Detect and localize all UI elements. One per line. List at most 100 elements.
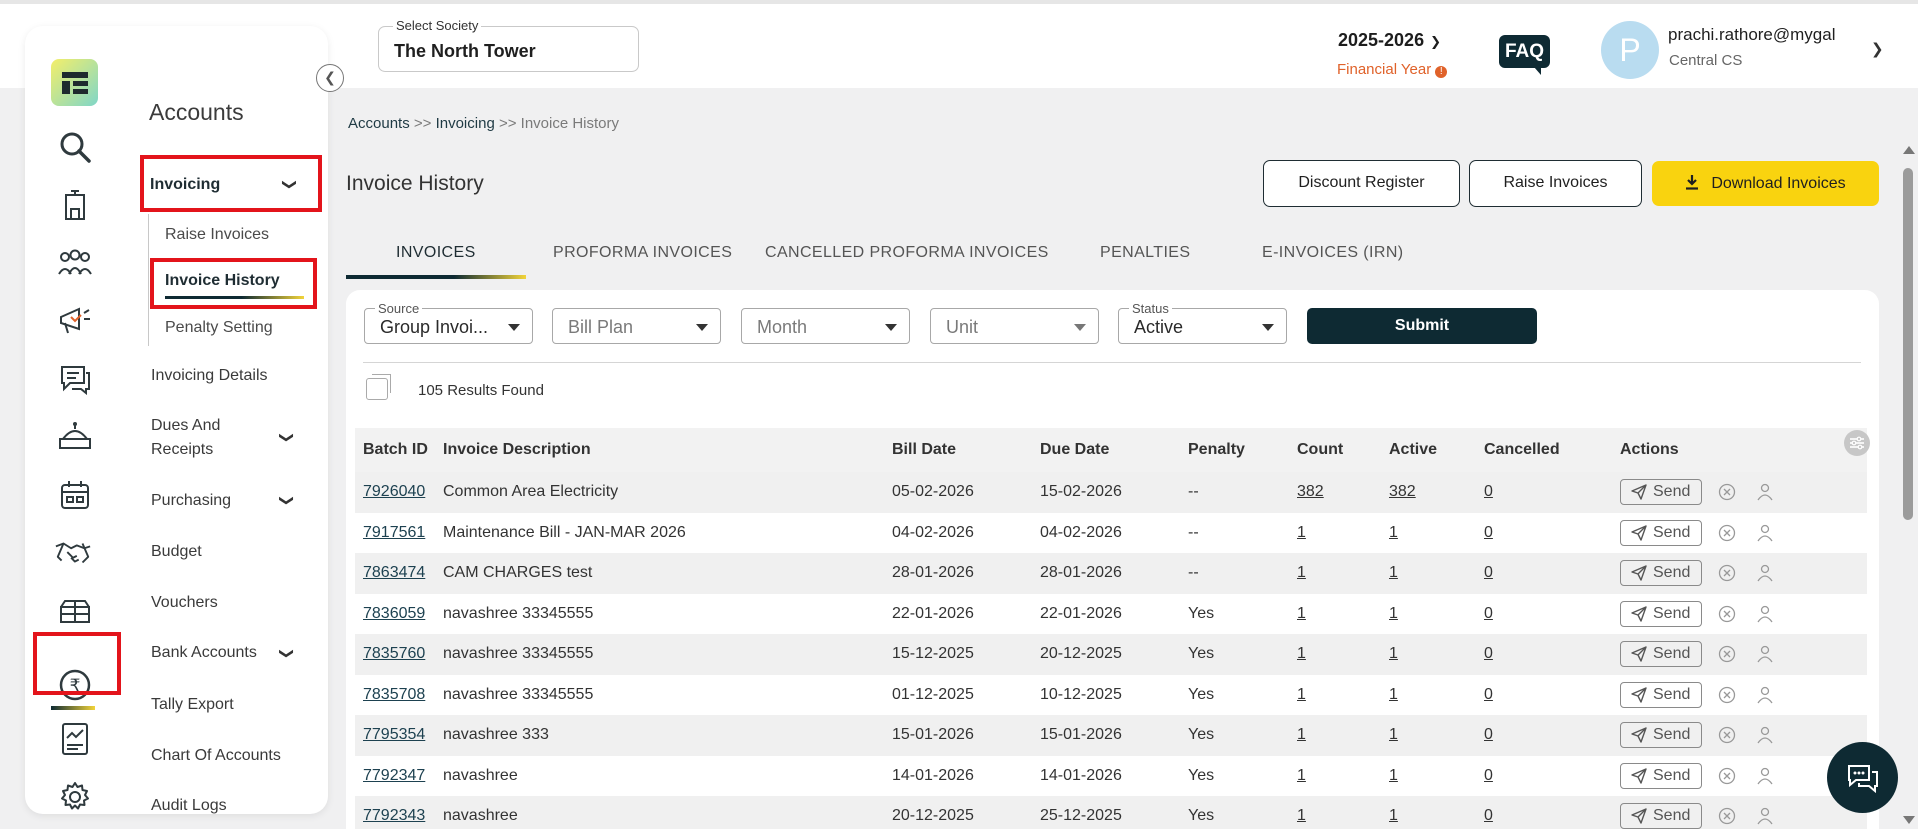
sidebar-item-purchasing[interactable]: Purchasing: [151, 492, 231, 510]
user-icon[interactable]: [1756, 483, 1774, 501]
cancel-icon[interactable]: [1718, 564, 1736, 582]
cancelled-link[interactable]: 0: [1476, 674, 1612, 715]
active-link[interactable]: 1: [1381, 512, 1476, 553]
user-icon[interactable]: [1756, 524, 1774, 542]
chevron-down-icon[interactable]: ❯: [278, 495, 295, 507]
sidebar-item-dues-line1[interactable]: Dues And: [151, 417, 220, 435]
scroll-down-arrow[interactable]: [1903, 816, 1915, 824]
megaphone-icon[interactable]: [56, 302, 94, 340]
send-button[interactable]: Send: [1620, 681, 1702, 708]
cancelled-link[interactable]: 0: [1476, 553, 1612, 594]
send-button[interactable]: Send: [1620, 803, 1702, 829]
reports-icon[interactable]: [56, 720, 94, 758]
batch-id-link[interactable]: 7863474: [355, 553, 435, 594]
cancel-icon[interactable]: [1718, 807, 1736, 825]
sidebar-item-tally-export[interactable]: Tally Export: [151, 696, 234, 714]
send-button[interactable]: Send: [1620, 641, 1702, 668]
cancel-icon[interactable]: [1718, 605, 1736, 623]
column-header-bill-date[interactable]: Bill Date: [884, 428, 1032, 472]
batch-id-link[interactable]: 7926040: [355, 472, 435, 513]
column-header-due-date[interactable]: Due Date: [1032, 428, 1180, 472]
tab-cancelled-proforma-invoices[interactable]: CANCELLED PROFORMA INVOICES: [765, 244, 1049, 262]
send-button[interactable]: Send: [1620, 560, 1702, 587]
status-select[interactable]: Status Active: [1118, 301, 1287, 344]
count-link[interactable]: 1: [1289, 593, 1381, 634]
scroll-up-arrow[interactable]: [1903, 146, 1915, 154]
financial-year-select[interactable]: 2025-2026 ❯: [1338, 30, 1441, 51]
faq-button[interactable]: FAQ: [1499, 35, 1550, 75]
count-link[interactable]: 1: [1289, 796, 1381, 829]
handshake-icon[interactable]: [54, 534, 92, 572]
sidebar-item-audit-logs[interactable]: Audit Logs: [151, 797, 227, 815]
column-header-cancelled[interactable]: Cancelled: [1476, 428, 1612, 472]
breadcrumb-accounts[interactable]: Accounts: [348, 115, 410, 132]
active-link[interactable]: 1: [1381, 796, 1476, 829]
chevron-down-icon[interactable]: ❯: [278, 648, 295, 660]
count-link[interactable]: 1: [1289, 715, 1381, 756]
helpdesk-icon[interactable]: [56, 418, 94, 456]
user-icon[interactable]: [1756, 645, 1774, 663]
sidebar-item-penalty-setting[interactable]: Penalty Setting: [165, 319, 273, 337]
column-header-active[interactable]: Active: [1381, 428, 1476, 472]
chat-support-button[interactable]: [1827, 742, 1898, 813]
cancel-icon[interactable]: [1718, 483, 1736, 501]
count-link[interactable]: 1: [1289, 634, 1381, 675]
unit-select[interactable]: Unit: [930, 308, 1099, 344]
tab-e-invoices[interactable]: E-INVOICES (IRN): [1262, 244, 1404, 262]
batch-id-link[interactable]: 7835760: [355, 634, 435, 675]
cancel-icon[interactable]: [1718, 726, 1736, 744]
cancelled-link[interactable]: 0: [1476, 472, 1612, 513]
send-button[interactable]: Send: [1620, 479, 1702, 506]
batch-id-link[interactable]: 7792347: [355, 755, 435, 796]
count-link[interactable]: 1: [1289, 755, 1381, 796]
chat-icon[interactable]: [56, 360, 94, 398]
tab-penalties[interactable]: PENALTIES: [1100, 244, 1190, 262]
amenities-icon[interactable]: [56, 592, 94, 630]
count-link[interactable]: 382: [1289, 472, 1381, 513]
cancel-icon[interactable]: [1718, 524, 1736, 542]
cancelled-link[interactable]: 0: [1476, 715, 1612, 756]
user-menu-chevron-icon[interactable]: ❯: [1871, 40, 1884, 58]
cancel-icon[interactable]: [1718, 767, 1736, 785]
sidebar-item-budget[interactable]: Budget: [151, 543, 202, 561]
user-icon[interactable]: [1756, 726, 1774, 744]
send-button[interactable]: Send: [1620, 762, 1702, 789]
cancelled-link[interactable]: 0: [1476, 755, 1612, 796]
batch-id-link[interactable]: 7792343: [355, 796, 435, 829]
active-link[interactable]: 1: [1381, 715, 1476, 756]
cancelled-link[interactable]: 0: [1476, 512, 1612, 553]
sidebar-item-raise-invoices[interactable]: Raise Invoices: [165, 226, 269, 244]
collapse-sidebar-button[interactable]: ❮: [316, 64, 344, 92]
column-settings-button[interactable]: [1844, 430, 1870, 456]
column-header-penalty[interactable]: Penalty: [1180, 428, 1289, 472]
page-scrollbar[interactable]: [1900, 144, 1916, 824]
people-icon[interactable]: [56, 244, 94, 282]
cancelled-link[interactable]: 0: [1476, 593, 1612, 634]
count-link[interactable]: 1: [1289, 512, 1381, 553]
download-invoices-button[interactable]: Download Invoices: [1652, 161, 1879, 206]
tab-invoices[interactable]: INVOICES: [396, 244, 476, 262]
chevron-down-icon[interactable]: ❯: [278, 432, 295, 444]
column-header-invoice-description[interactable]: Invoice Description: [435, 428, 884, 472]
batch-id-link[interactable]: 7836059: [355, 593, 435, 634]
cancelled-link[interactable]: 0: [1476, 796, 1612, 829]
sidebar-item-vouchers[interactable]: Vouchers: [151, 594, 218, 612]
cancel-icon[interactable]: [1718, 645, 1736, 663]
send-button[interactable]: Send: [1620, 519, 1702, 546]
sidebar-item-chart-of-accounts[interactable]: Chart Of Accounts: [151, 747, 281, 765]
sidebar-item-invoicing-details[interactable]: Invoicing Details: [151, 367, 268, 385]
gear-icon[interactable]: [56, 778, 94, 814]
building-icon[interactable]: [56, 186, 94, 224]
source-select[interactable]: Source Group Invoi...: [364, 301, 533, 344]
count-link[interactable]: 1: [1289, 553, 1381, 594]
scrollbar-thumb[interactable]: [1903, 168, 1913, 520]
society-select[interactable]: Select Society The North Tower: [378, 18, 639, 72]
sidebar-item-bank-accounts[interactable]: Bank Accounts: [151, 644, 257, 662]
search-icon[interactable]: [56, 128, 94, 166]
calendar-icon[interactable]: [56, 476, 94, 514]
cancel-icon[interactable]: [1718, 686, 1736, 704]
column-header-batch-id[interactable]: Batch ID: [355, 428, 435, 472]
sidebar-item-dues-line2[interactable]: Receipts: [151, 441, 213, 459]
breadcrumb-invoicing[interactable]: Invoicing: [436, 115, 495, 132]
discount-register-button[interactable]: Discount Register: [1263, 160, 1460, 207]
